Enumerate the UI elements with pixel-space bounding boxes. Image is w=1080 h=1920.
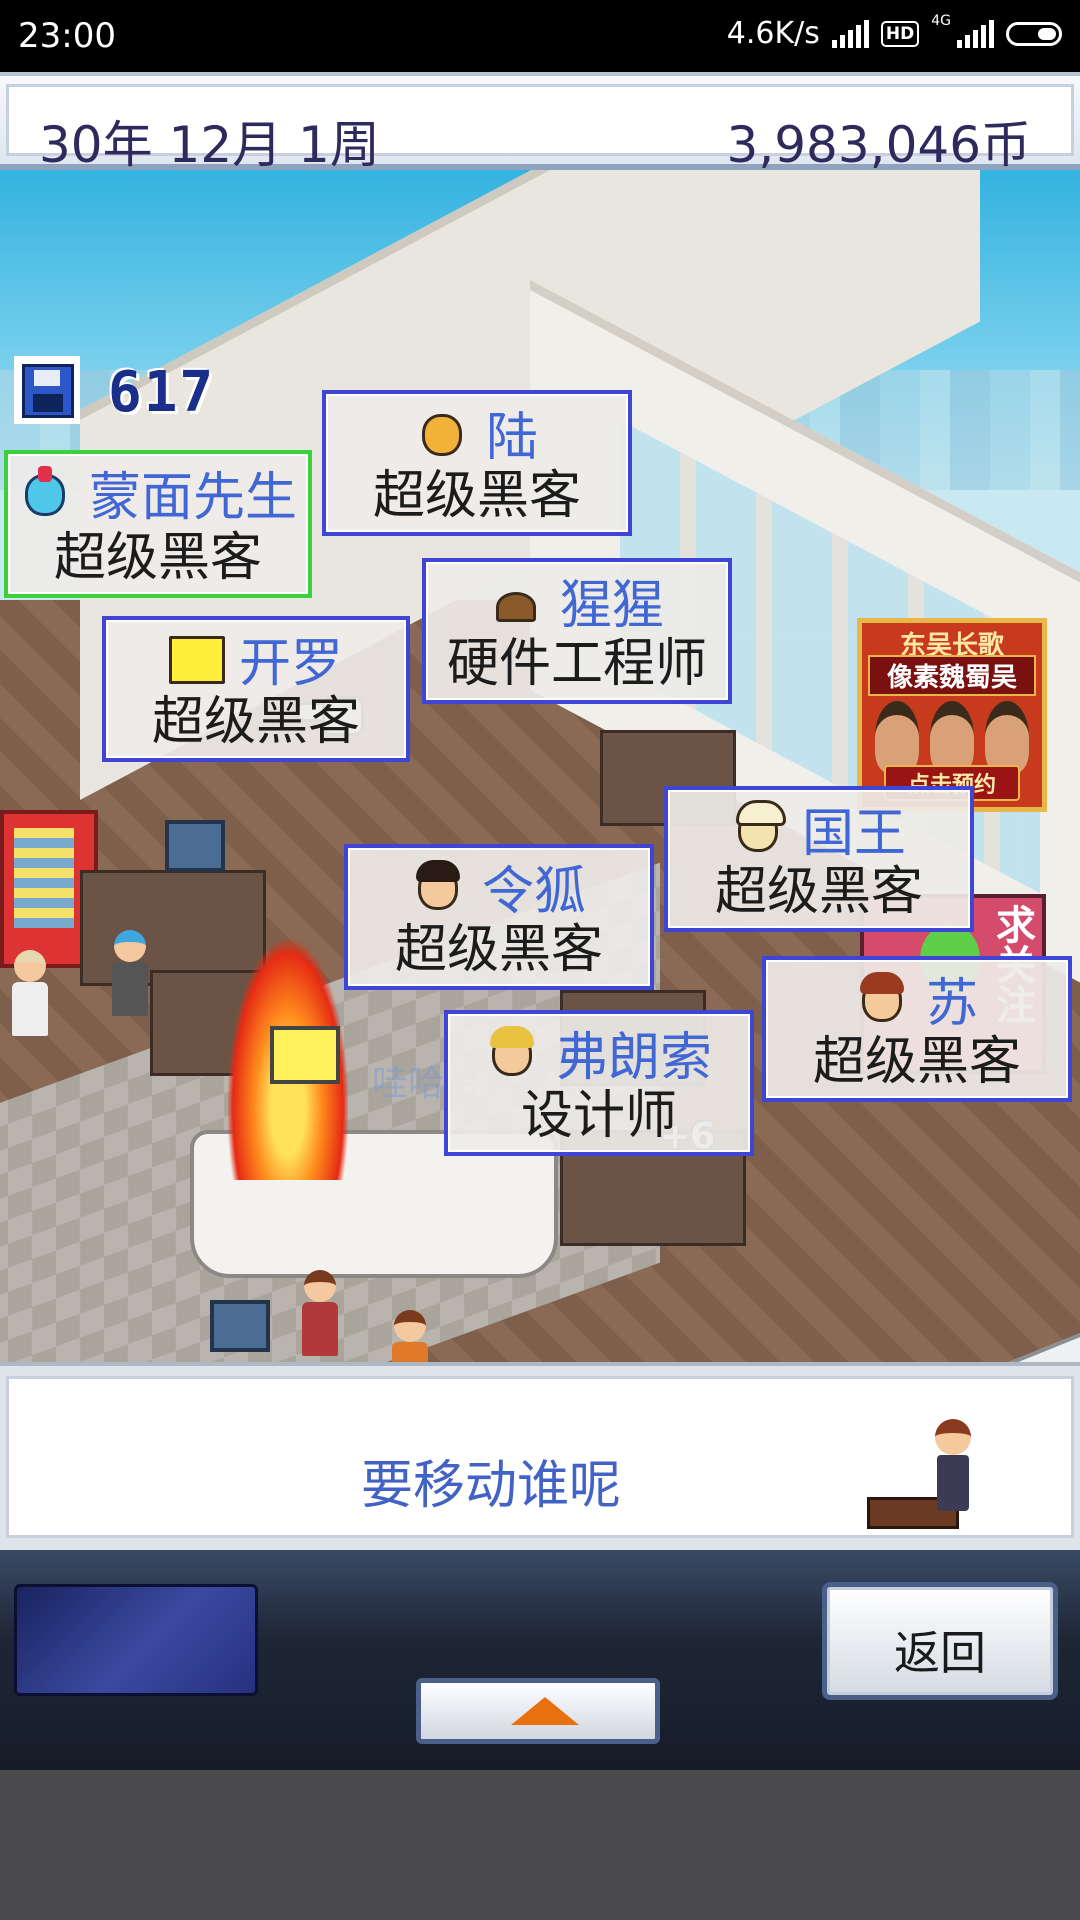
network-type: 4G bbox=[931, 13, 951, 29]
battery-icon bbox=[1006, 21, 1062, 46]
status-time: 23:00 bbox=[18, 16, 116, 56]
girl-avatar bbox=[856, 970, 908, 1026]
hd-icon: HD bbox=[880, 20, 920, 47]
tiger-avatar bbox=[416, 404, 468, 460]
burning-employee-sprite[interactable] bbox=[270, 1026, 340, 1084]
ad-subtitle: 像素魏蜀吴 bbox=[868, 655, 1036, 696]
dark-hair-avatar bbox=[412, 858, 464, 914]
employee-role: 超级黑客 bbox=[812, 1032, 1021, 1092]
blonde-avatar bbox=[486, 1024, 538, 1080]
bottom-area bbox=[0, 1770, 1080, 1920]
save-box bbox=[14, 356, 80, 424]
left-menu-slot[interactable] bbox=[14, 1584, 258, 1696]
money-amount: 3,983,046币 bbox=[726, 116, 1031, 174]
control-bar: 返回 bbox=[0, 1550, 1080, 1770]
office-scene[interactable]: 617 东吴长歌 像素魏蜀吴 点击预约 求关注 哇哈哈，感觉不错哦 +6 蒙面先… bbox=[0, 170, 1080, 1362]
save-count: 617 bbox=[108, 360, 216, 425]
ad-characters bbox=[870, 695, 1034, 773]
ad-banner[interactable]: 东吴长歌 像素魏蜀吴 点击预约 bbox=[857, 618, 1047, 812]
staff-sprite[interactable] bbox=[10, 950, 50, 1040]
employee-card[interactable]: 令狐 超级黑客 bbox=[344, 844, 654, 990]
employee-card[interactable]: 国王 超级黑客 bbox=[664, 786, 974, 932]
info-panel: 30年 12月 1周 3,983,046币 bbox=[6, 84, 1074, 174]
employee-card[interactable]: 弗朗索 设计师 bbox=[444, 1010, 754, 1156]
king-avatar bbox=[732, 800, 786, 856]
employee-role: 超级黑客 bbox=[394, 920, 603, 980]
info-bar: 30年 12月 1周 3,983,046币 bbox=[0, 72, 1080, 174]
employee-card[interactable]: 苏 超级黑客 bbox=[762, 956, 1072, 1102]
message-box: 要移动谁呢 bbox=[6, 1376, 1074, 1538]
message-panel: 要移动谁呢 bbox=[0, 1362, 1080, 1550]
signal-icon bbox=[831, 19, 869, 48]
employee-role: 硬件工程师 bbox=[446, 634, 707, 694]
employee-role: 超级黑客 bbox=[53, 528, 262, 588]
masked-wrestler-avatar bbox=[19, 464, 71, 520]
back-button-label: 返回 bbox=[894, 1626, 986, 1680]
status-indicators: 4.6K/s HD 4G bbox=[726, 13, 1062, 51]
computer bbox=[165, 820, 225, 872]
net-speed: 4.6K/s bbox=[726, 16, 820, 51]
employee-role: 设计师 bbox=[520, 1086, 677, 1146]
signal-icon bbox=[957, 19, 994, 48]
staff-sprite[interactable] bbox=[110, 930, 150, 1020]
employee-role: 超级黑客 bbox=[151, 692, 360, 752]
employee-role: 超级黑客 bbox=[714, 862, 923, 922]
staff-sprite[interactable] bbox=[390, 1310, 430, 1362]
back-button[interactable]: 返回 bbox=[822, 1582, 1058, 1700]
employee-card[interactable]: 猩猩 硬件工程师 bbox=[422, 558, 732, 704]
secretary-sprite bbox=[867, 1419, 987, 1529]
prompt-message: 要移动谁呢 bbox=[361, 1456, 622, 1516]
computer bbox=[210, 1300, 270, 1352]
floppy-disk-icon bbox=[22, 364, 74, 418]
yellow-box-avatar bbox=[168, 630, 225, 686]
employee-card[interactable]: 蒙面先生 超级黑客 bbox=[4, 450, 312, 598]
up-arrow-icon bbox=[511, 1697, 579, 1725]
staff-sprite[interactable] bbox=[300, 1270, 340, 1360]
status-bar: 23:00 4.6K/s HD 4G bbox=[0, 0, 1080, 72]
scroll-up-button[interactable] bbox=[416, 1678, 660, 1744]
employee-role: 超级黑客 bbox=[372, 466, 581, 526]
gorilla-avatar bbox=[490, 572, 542, 628]
employee-card[interactable]: 开罗 超级黑客 bbox=[102, 616, 410, 762]
employee-card[interactable]: 陆 超级黑客 bbox=[322, 390, 632, 536]
game-date: 30年 12月 1周 bbox=[39, 116, 380, 174]
